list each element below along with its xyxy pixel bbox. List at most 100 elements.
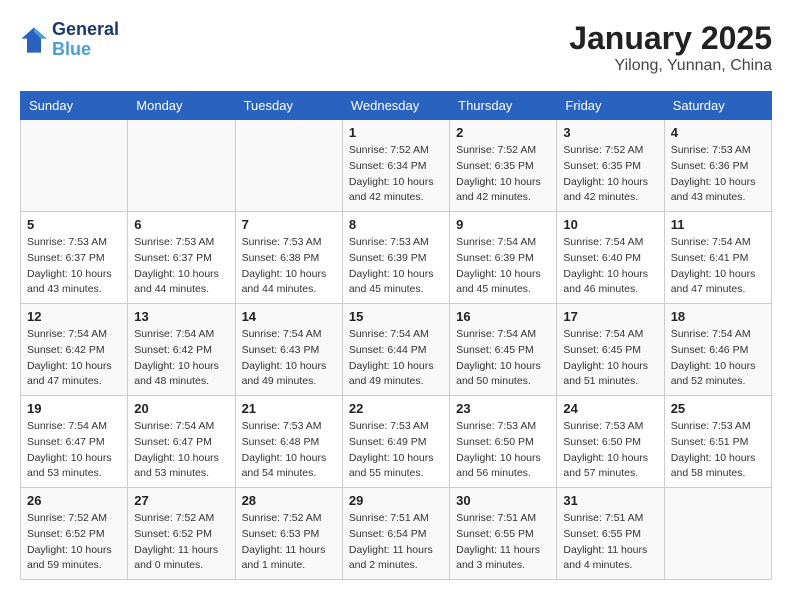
day-info: Sunrise: 7:52 AMSunset: 6:34 PMDaylight:…	[349, 143, 443, 206]
page-header: GeneralBlue January 2025 Yilong, Yunnan,…	[20, 20, 772, 75]
week-row-2: 5 Sunrise: 7:53 AMSunset: 6:37 PMDaylight…	[21, 212, 772, 304]
logo-text: GeneralBlue	[52, 20, 119, 60]
calendar-cell: 5Sunrise: 7:53 AMSunset: 6:37 PMDaylight…	[21, 212, 128, 304]
day-number: 14	[242, 309, 336, 324]
day-number: 10	[563, 217, 657, 232]
days-header-row: SundayMondayTuesdayWednesdayThursdayFrid…	[21, 92, 772, 120]
day-header-thursday: Thursday	[450, 92, 557, 120]
day-header-saturday: Saturday	[664, 92, 771, 120]
day-number: 22	[349, 401, 443, 416]
calendar-cell: 9 Sunrise: 7:54 AMSunset: 6:39 PMDaylight…	[450, 212, 557, 304]
day-info: Sunrise: 7:54 AMSunset: 6:41 PMDaylight:…	[671, 235, 765, 298]
day-info: Sunrise: 7:51 AMSunset: 6:55 PMDaylight:…	[563, 511, 657, 574]
day-number: 17	[563, 309, 657, 324]
day-info: Sunrise: 7:54 AMSunset: 6:40 PMDaylight:…	[563, 235, 657, 298]
day-number: 21	[242, 401, 336, 416]
day-number: 25	[671, 401, 765, 416]
week-row-4: 19 Sunrise: 7:54 AMSunset: 6:47 PMDayligh…	[21, 396, 772, 488]
calendar-title: January 2025	[569, 20, 772, 57]
title-block: January 2025 Yilong, Yunnan, China	[569, 20, 772, 75]
calendar-cell	[21, 120, 128, 212]
day-number: 4	[671, 125, 765, 140]
calendar-cell: 12 Sunrise: 7:54 AMSunset: 6:42 PMDayligh…	[21, 304, 128, 396]
day-number: 20	[134, 401, 228, 416]
day-info: Sunrise: 7:54 AMSunset: 6:42 PMDaylight:…	[134, 327, 228, 390]
day-info: Sunrise: 7:54 AMSunset: 6:43 PMDaylight:…	[242, 327, 336, 390]
day-number: 9	[456, 217, 550, 232]
day-info: Sunrise: 7:53 AMSunset: 6:38 PMDaylight:…	[242, 235, 336, 298]
day-info: Sunrise: 7:53 AMSunset: 6:48 PMDaylight:…	[242, 419, 336, 482]
calendar-cell: 3 Sunrise: 7:52 AMSunset: 6:35 PMDaylight…	[557, 120, 664, 212]
day-info: Sunrise: 7:54 AMSunset: 6:39 PMDaylight:…	[456, 235, 550, 298]
calendar-cell: 13 Sunrise: 7:54 AMSunset: 6:42 PMDayligh…	[128, 304, 235, 396]
day-info: Sunrise: 7:54 AMSunset: 6:44 PMDaylight:…	[349, 327, 443, 390]
day-info: Sunrise: 7:54 AMSunset: 6:47 PMDaylight:…	[27, 419, 121, 482]
day-info: Sunrise: 7:53 AMSunset: 6:37 PMDaylight:…	[134, 235, 228, 298]
day-info: Sunrise: 7:51 AMSunset: 6:55 PMDaylight:…	[456, 511, 550, 574]
logo: GeneralBlue	[20, 20, 119, 60]
week-row-5: 26 Sunrise: 7:52 AMSunset: 6:52 PMDayligh…	[21, 488, 772, 580]
day-info: Sunrise: 7:53 AMSunset: 6:39 PMDaylight:…	[349, 235, 443, 298]
day-number: 11	[671, 217, 765, 232]
calendar-cell	[664, 488, 771, 580]
calendar-cell: 25 Sunrise: 7:53 AMSunset: 6:51 PMDayligh…	[664, 396, 771, 488]
day-info: Sunrise: 7:52 AMSunset: 6:35 PMDaylight:…	[563, 143, 657, 206]
day-info: Sunrise: 7:54 AMSunset: 6:46 PMDaylight:…	[671, 327, 765, 390]
day-header-wednesday: Wednesday	[342, 92, 449, 120]
day-number: 5	[27, 217, 121, 232]
day-info: Sunrise: 7:52 AMSunset: 6:52 PMDaylight:…	[134, 511, 228, 574]
day-number: 6	[134, 217, 228, 232]
calendar-cell: 30Sunrise: 7:51 AMSunset: 6:55 PMDayligh…	[450, 488, 557, 580]
day-number: 29	[349, 493, 443, 508]
day-number: 18	[671, 309, 765, 324]
day-number: 19	[27, 401, 121, 416]
calendar-cell: 11 Sunrise: 7:54 AMSunset: 6:41 PMDayligh…	[664, 212, 771, 304]
day-number: 2	[456, 125, 550, 140]
calendar-cell: 23Sunrise: 7:53 AMSunset: 6:50 PMDayligh…	[450, 396, 557, 488]
calendar-cell: 24 Sunrise: 7:53 AMSunset: 6:50 PMDayligh…	[557, 396, 664, 488]
day-number: 12	[27, 309, 121, 324]
week-row-1: 1Sunrise: 7:52 AMSunset: 6:34 PMDaylight…	[21, 120, 772, 212]
calendar-table: SundayMondayTuesdayWednesdayThursdayFrid…	[20, 91, 772, 580]
calendar-cell: 2 Sunrise: 7:52 AMSunset: 6:35 PMDaylight…	[450, 120, 557, 212]
day-info: Sunrise: 7:54 AMSunset: 6:42 PMDaylight:…	[27, 327, 121, 390]
day-info: Sunrise: 7:53 AMSunset: 6:49 PMDaylight:…	[349, 419, 443, 482]
day-info: Sunrise: 7:53 AMSunset: 6:50 PMDaylight:…	[563, 419, 657, 482]
calendar-cell: 29 Sunrise: 7:51 AMSunset: 6:54 PMDayligh…	[342, 488, 449, 580]
calendar-cell: 16Sunrise: 7:54 AMSunset: 6:45 PMDayligh…	[450, 304, 557, 396]
calendar-cell: 10 Sunrise: 7:54 AMSunset: 6:40 PMDayligh…	[557, 212, 664, 304]
calendar-cell: 1Sunrise: 7:52 AMSunset: 6:34 PMDaylight…	[342, 120, 449, 212]
day-info: Sunrise: 7:54 AMSunset: 6:45 PMDaylight:…	[563, 327, 657, 390]
calendar-cell: 26 Sunrise: 7:52 AMSunset: 6:52 PMDayligh…	[21, 488, 128, 580]
day-info: Sunrise: 7:51 AMSunset: 6:54 PMDaylight:…	[349, 511, 443, 574]
calendar-cell: 14 Sunrise: 7:54 AMSunset: 6:43 PMDayligh…	[235, 304, 342, 396]
day-info: Sunrise: 7:52 AMSunset: 6:35 PMDaylight:…	[456, 143, 550, 206]
logo-icon	[20, 26, 48, 54]
day-number: 15	[349, 309, 443, 324]
calendar-cell	[128, 120, 235, 212]
day-number: 24	[563, 401, 657, 416]
day-header-monday: Monday	[128, 92, 235, 120]
day-number: 7	[242, 217, 336, 232]
day-info: Sunrise: 7:54 AMSunset: 6:47 PMDaylight:…	[134, 419, 228, 482]
day-number: 31	[563, 493, 657, 508]
calendar-cell: 20 Sunrise: 7:54 AMSunset: 6:47 PMDayligh…	[128, 396, 235, 488]
day-info: Sunrise: 7:52 AMSunset: 6:52 PMDaylight:…	[27, 511, 121, 574]
calendar-cell: 27Sunrise: 7:52 AMSunset: 6:52 PMDayligh…	[128, 488, 235, 580]
calendar-cell: 17 Sunrise: 7:54 AMSunset: 6:45 PMDayligh…	[557, 304, 664, 396]
calendar-cell: 4 Sunrise: 7:53 AMSunset: 6:36 PMDaylight…	[664, 120, 771, 212]
day-header-sunday: Sunday	[21, 92, 128, 120]
day-number: 28	[242, 493, 336, 508]
day-info: Sunrise: 7:53 AMSunset: 6:51 PMDaylight:…	[671, 419, 765, 482]
calendar-cell: 8Sunrise: 7:53 AMSunset: 6:39 PMDaylight…	[342, 212, 449, 304]
day-number: 26	[27, 493, 121, 508]
day-number: 13	[134, 309, 228, 324]
calendar-cell: 28Sunrise: 7:52 AMSunset: 6:53 PMDayligh…	[235, 488, 342, 580]
day-header-friday: Friday	[557, 92, 664, 120]
day-number: 3	[563, 125, 657, 140]
calendar-cell: 22 Sunrise: 7:53 AMSunset: 6:49 PMDayligh…	[342, 396, 449, 488]
day-info: Sunrise: 7:53 AMSunset: 6:36 PMDaylight:…	[671, 143, 765, 206]
calendar-cell	[235, 120, 342, 212]
day-info: Sunrise: 7:54 AMSunset: 6:45 PMDaylight:…	[456, 327, 550, 390]
day-info: Sunrise: 7:53 AMSunset: 6:50 PMDaylight:…	[456, 419, 550, 482]
